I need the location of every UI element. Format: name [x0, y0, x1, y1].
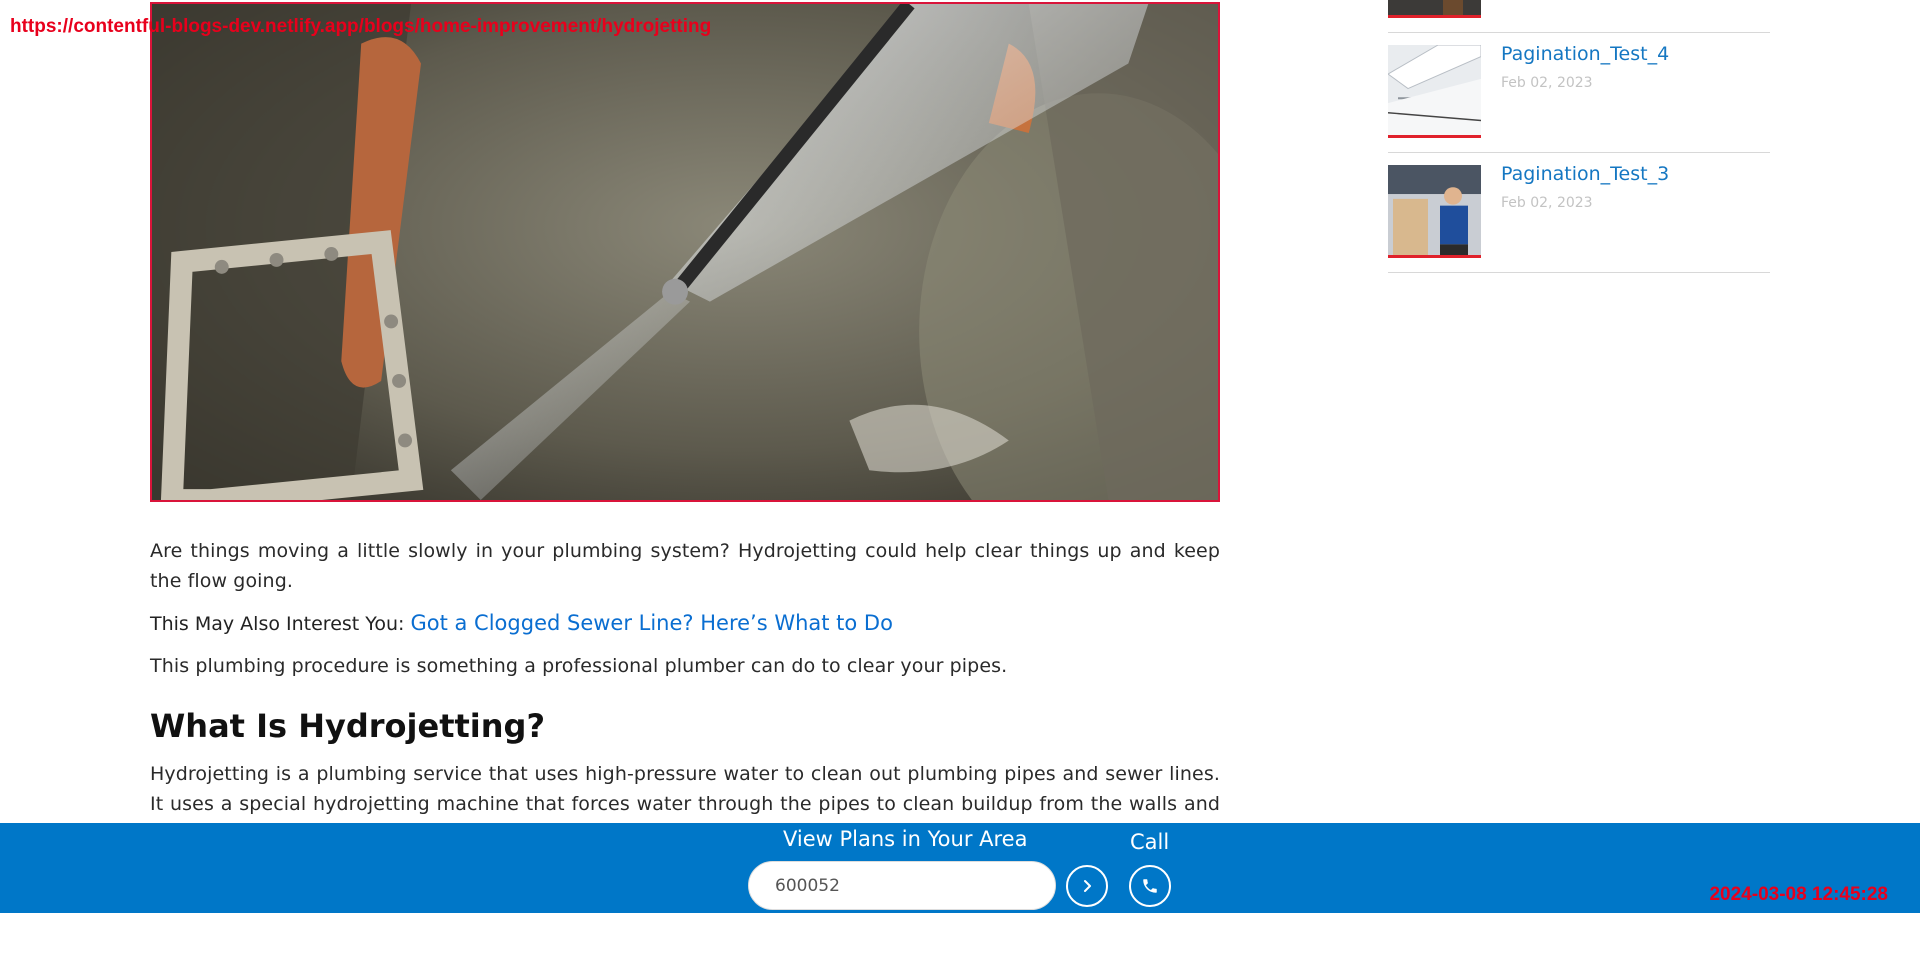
related-article-link[interactable]: Got a Clogged Sewer Line? Here’s What to… — [410, 611, 892, 635]
search-plans-button[interactable] — [1066, 865, 1108, 907]
post-thumbnail[interactable] — [1388, 165, 1481, 258]
related-article: This May Also Interest You: Got a Clogge… — [150, 608, 1220, 639]
intro-paragraph: Are things moving a little slowly in you… — [150, 540, 1220, 592]
related-article-label: This May Also Interest You: — [150, 613, 405, 635]
post-date: Feb 02, 2023 — [1501, 75, 1593, 91]
article-body: Are things moving a little slowly in you… — [150, 536, 1220, 849]
post-title[interactable]: Pagination_Test_3 — [1501, 163, 1669, 185]
plans-search-bar: View Plans in Your Area Call — [0, 823, 1920, 913]
post-title[interactable]: Pagination_Test_4 — [1501, 43, 1669, 65]
timestamp-overlay: 2024-03-08 12:45:28 — [1709, 884, 1888, 905]
hydrojetting-pipe-image — [152, 4, 1218, 500]
sidebar-post-partial[interactable] — [1388, 0, 1770, 33]
chevron-right-icon — [1084, 880, 1091, 892]
post-thumbnail[interactable] — [1388, 45, 1481, 138]
related-posts-sidebar: Pagination_Test_4 Feb 02, 2023 Paginatio… — [1388, 0, 1770, 273]
sidebar-post-item[interactable]: Pagination_Test_3 Feb 02, 2023 — [1388, 153, 1770, 273]
url-overlay: https://contentful-blogs-dev.netlify.app… — [10, 16, 712, 37]
hero-image — [150, 2, 1220, 502]
sidebar-post-item[interactable]: Pagination_Test_4 Feb 02, 2023 — [1388, 33, 1770, 153]
post-date: Feb 02, 2023 — [1501, 195, 1593, 211]
plans-heading: View Plans in Your Area — [783, 827, 1028, 851]
post-thumbnail[interactable] — [1388, 0, 1481, 18]
section-heading: What Is Hydrojetting? — [150, 707, 545, 745]
zip-code-input[interactable] — [748, 861, 1056, 910]
call-label: Call — [1130, 830, 1170, 854]
procedure-paragraph: This plumbing procedure is something a p… — [150, 655, 1008, 677]
phone-icon — [1143, 879, 1157, 893]
call-button[interactable] — [1129, 865, 1171, 907]
